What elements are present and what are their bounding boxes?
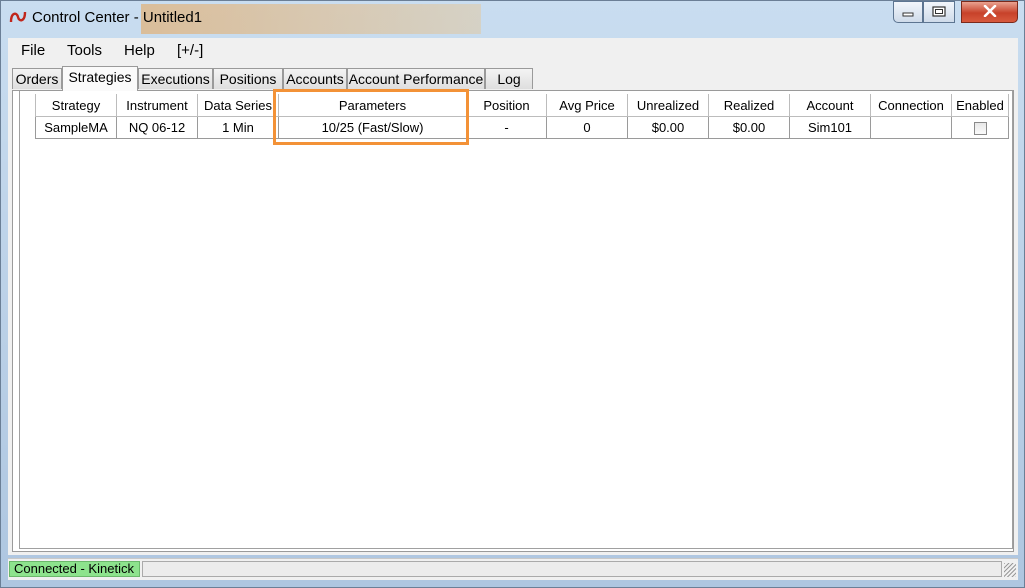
cell-unrealized[interactable]: $0.00: [627, 116, 709, 139]
column-header-unrealized[interactable]: Unrealized: [627, 94, 709, 117]
grid-frame: [19, 91, 1013, 549]
grid-header-row: Strategy Instrument Data Series Paramete…: [35, 94, 1009, 117]
client-area: Orders Strategies Executions Positions A…: [8, 63, 1018, 555]
window-title: Control Center - Untitled1: [32, 9, 203, 26]
connection-status: Connected - Kinetick: [9, 561, 140, 577]
menu-file[interactable]: File: [21, 42, 45, 59]
column-header-realized[interactable]: Realized: [708, 94, 790, 117]
close-button[interactable]: [961, 1, 1018, 23]
column-header-connection[interactable]: Connection: [870, 94, 952, 117]
cell-enabled[interactable]: [951, 116, 1009, 139]
cell-realized[interactable]: $0.00: [708, 116, 790, 139]
column-header-enabled[interactable]: Enabled: [951, 94, 1009, 117]
cell-instrument[interactable]: NQ 06-12: [116, 116, 198, 139]
column-header-data-series[interactable]: Data Series: [197, 94, 279, 117]
column-header-instrument[interactable]: Instrument: [116, 94, 198, 117]
menu-help[interactable]: Help: [124, 42, 155, 59]
menu-bar: File Tools Help [+/-]: [8, 38, 1018, 64]
control-center-window: Control Center - Untitled1 File Tools He…: [0, 0, 1025, 588]
menu-expand-collapse[interactable]: [+/-]: [177, 42, 203, 59]
tab-positions[interactable]: Positions: [213, 68, 283, 89]
table-row[interactable]: SampleMA NQ 06-12 1 Min 10/25 (Fast/Slow…: [35, 116, 1009, 139]
resize-grip[interactable]: [1004, 563, 1016, 577]
tab-executions[interactable]: Executions: [138, 68, 213, 89]
cell-data-series[interactable]: 1 Min: [197, 116, 279, 139]
column-header-avg-price[interactable]: Avg Price: [546, 94, 628, 117]
ninja-logo-icon: [9, 10, 27, 24]
strategies-grid: Strategy Instrument Data Series Paramete…: [35, 94, 1009, 139]
cell-connection[interactable]: [870, 116, 952, 139]
column-header-account[interactable]: Account: [789, 94, 871, 117]
column-header-strategy[interactable]: Strategy: [35, 94, 117, 117]
maximize-button[interactable]: [923, 1, 955, 23]
tab-accounts[interactable]: Accounts: [283, 68, 347, 89]
close-icon: [983, 4, 997, 20]
tab-orders[interactable]: Orders: [12, 68, 62, 89]
cell-strategy[interactable]: SampleMA: [35, 116, 117, 139]
column-header-position[interactable]: Position: [466, 94, 547, 117]
cell-position[interactable]: -: [466, 116, 547, 139]
cell-avg-price[interactable]: 0: [546, 116, 628, 139]
strategies-panel: Strategy Instrument Data Series Paramete…: [12, 90, 1014, 552]
tab-account-performance[interactable]: Account Performance: [347, 68, 485, 89]
cell-parameters[interactable]: 10/25 (Fast/Slow): [278, 116, 467, 139]
menu-tools[interactable]: Tools: [67, 42, 102, 59]
maximize-icon: [932, 5, 946, 20]
minimize-icon: [902, 5, 914, 20]
enabled-checkbox[interactable]: [973, 122, 987, 136]
column-header-parameters[interactable]: Parameters: [278, 94, 467, 117]
tab-strategies[interactable]: Strategies: [62, 66, 138, 91]
tab-log[interactable]: Log: [485, 68, 533, 89]
minimize-button[interactable]: [893, 1, 923, 23]
cell-account[interactable]: Sim101: [789, 116, 871, 139]
status-bar: Connected - Kinetick: [8, 558, 1018, 580]
titlebar: Control Center - Untitled1: [1, 1, 1024, 35]
status-message-field: [142, 561, 1002, 577]
